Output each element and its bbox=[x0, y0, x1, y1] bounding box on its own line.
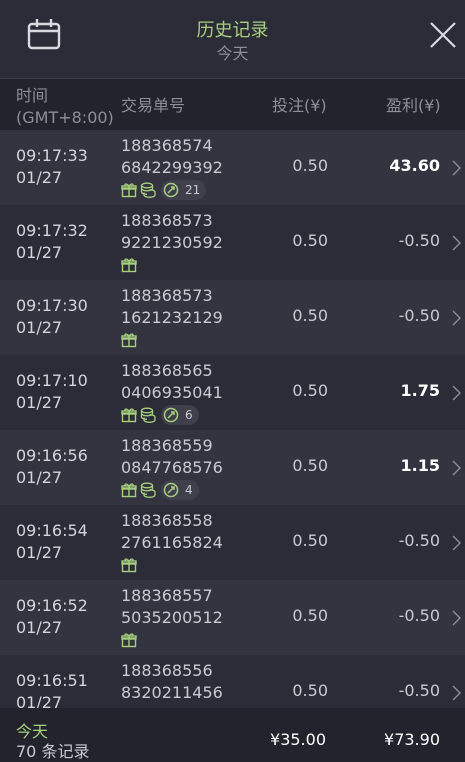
record-feature-icons: 4 bbox=[121, 480, 199, 500]
free-spin-icon bbox=[163, 482, 179, 498]
record-time: 09:17:30 01/27 bbox=[16, 296, 88, 337]
free-spin-badge: 6 bbox=[161, 405, 199, 425]
free-spin-badge: 21 bbox=[161, 180, 207, 200]
record-order-id: 188368559 0847768576 bbox=[121, 436, 223, 477]
col-profit: 盈利(¥) bbox=[386, 96, 441, 115]
chevron-right-icon[interactable] bbox=[452, 160, 461, 176]
record-row[interactable]: 09:16:56 01/27 188368559 0847768576 4 0.50 1… bbox=[0, 430, 465, 505]
record-row[interactable]: 09:16:51 01/27 188368556 8320211456 0.50 -0… bbox=[0, 655, 465, 708]
close-icon[interactable] bbox=[428, 20, 458, 50]
record-time: 09:16:52 01/27 bbox=[16, 596, 88, 637]
col-time: 时间 (GMT+8:00) bbox=[16, 86, 114, 127]
chevron-right-icon[interactable] bbox=[452, 385, 461, 401]
record-time: 09:17:33 01/27 bbox=[16, 146, 88, 187]
record-bet: 0.50 bbox=[292, 306, 328, 325]
gift-icon bbox=[121, 333, 137, 348]
record-row[interactable]: 09:17:30 01/27 188368573 1621232129 0.50 -0… bbox=[0, 280, 465, 355]
gift-icon bbox=[121, 258, 137, 273]
record-order-id: 188368565 0406935041 bbox=[121, 361, 223, 402]
record-order-id: 188368574 6842299392 bbox=[121, 136, 223, 177]
record-profit: 43.60 bbox=[389, 156, 440, 175]
record-time: 09:16:51 01/27 bbox=[16, 671, 88, 708]
page-title: 历史记录 bbox=[196, 20, 269, 41]
record-time: 09:16:56 01/27 bbox=[16, 446, 88, 487]
record-bet: 0.50 bbox=[292, 156, 328, 175]
header: 历史记录 今天 bbox=[0, 0, 465, 78]
footer-record-count: 70 条记录 bbox=[16, 742, 90, 761]
record-list[interactable]: 09:17:33 01/27 188368574 6842299392 21 0.50… bbox=[0, 130, 465, 708]
record-feature-icons bbox=[121, 630, 140, 650]
record-profit: -0.50 bbox=[398, 681, 440, 700]
gift-icon bbox=[121, 183, 137, 198]
record-feature-icons bbox=[121, 255, 140, 275]
gift-icon bbox=[121, 633, 137, 648]
chevron-right-icon[interactable] bbox=[452, 310, 461, 326]
gift-icon bbox=[121, 408, 137, 423]
chevron-right-icon[interactable] bbox=[452, 685, 461, 701]
record-bet: 0.50 bbox=[292, 681, 328, 700]
record-feature-icons: 21 bbox=[121, 180, 207, 200]
record-row[interactable]: 09:16:52 01/27 188368557 5035200512 0.50 -0… bbox=[0, 580, 465, 655]
free-spin-icon bbox=[163, 407, 179, 423]
record-order-id: 188368556 8320211456 bbox=[121, 661, 223, 702]
col-bet: 投注(¥) bbox=[272, 96, 327, 115]
record-time: 09:17:32 01/27 bbox=[16, 221, 88, 262]
record-order-id: 188368573 9221230592 bbox=[121, 211, 223, 252]
gift-icon bbox=[121, 558, 137, 573]
record-time: 09:16:54 01/27 bbox=[16, 521, 88, 562]
gift-icon bbox=[121, 483, 137, 498]
record-profit: -0.50 bbox=[398, 531, 440, 550]
record-profit: 1.75 bbox=[400, 381, 440, 400]
chevron-right-icon[interactable] bbox=[452, 235, 461, 251]
coins-icon bbox=[140, 182, 156, 198]
column-header: 时间 (GMT+8:00) 交易单号 投注(¥) 盈利(¥) bbox=[0, 78, 465, 130]
record-bet: 0.50 bbox=[292, 381, 328, 400]
coins-icon bbox=[140, 482, 156, 498]
free-spin-count: 21 bbox=[185, 183, 201, 197]
record-order-id: 188368558 2761165824 bbox=[121, 511, 223, 552]
free-spin-count: 4 bbox=[185, 483, 193, 497]
record-bet: 0.50 bbox=[292, 606, 328, 625]
record-feature-icons: 6 bbox=[121, 405, 199, 425]
record-order-id: 188368557 5035200512 bbox=[121, 586, 223, 627]
col-order: 交易单号 bbox=[121, 96, 186, 115]
record-profit: -0.50 bbox=[398, 306, 440, 325]
chevron-right-icon[interactable] bbox=[452, 535, 461, 551]
record-row[interactable]: 09:17:32 01/27 188368573 9221230592 0.50 -0… bbox=[0, 205, 465, 280]
record-time: 09:17:10 01/27 bbox=[16, 371, 88, 412]
coins-icon bbox=[140, 407, 156, 423]
record-row[interactable]: 09:16:54 01/27 188368558 2761165824 0.50 -0… bbox=[0, 505, 465, 580]
footer-total-profit: ¥73.90 bbox=[384, 730, 440, 749]
free-spin-icon bbox=[163, 182, 179, 198]
footer-total-bet: ¥35.00 bbox=[270, 730, 326, 749]
chevron-right-icon[interactable] bbox=[452, 460, 461, 476]
record-feature-icons bbox=[121, 555, 140, 575]
record-order-id: 188368573 1621232129 bbox=[121, 286, 223, 327]
summary-footer: 今天 70 条记录 ¥35.00 ¥73.90 bbox=[0, 708, 465, 762]
record-profit: -0.50 bbox=[398, 231, 440, 250]
free-spin-badge: 4 bbox=[161, 480, 199, 500]
record-bet: 0.50 bbox=[292, 456, 328, 475]
free-spin-count: 6 bbox=[185, 408, 193, 422]
record-row[interactable]: 09:17:10 01/27 188368565 0406935041 6 0.50 1… bbox=[0, 355, 465, 430]
record-profit: -0.50 bbox=[398, 606, 440, 625]
page-subtitle[interactable]: 今天 bbox=[0, 40, 465, 64]
record-bet: 0.50 bbox=[292, 531, 328, 550]
chevron-right-icon[interactable] bbox=[452, 610, 461, 626]
record-row[interactable]: 09:17:33 01/27 188368574 6842299392 21 0.50… bbox=[0, 130, 465, 205]
record-bet: 0.50 bbox=[292, 231, 328, 250]
record-profit: 1.15 bbox=[400, 456, 440, 475]
record-feature-icons bbox=[121, 330, 140, 350]
